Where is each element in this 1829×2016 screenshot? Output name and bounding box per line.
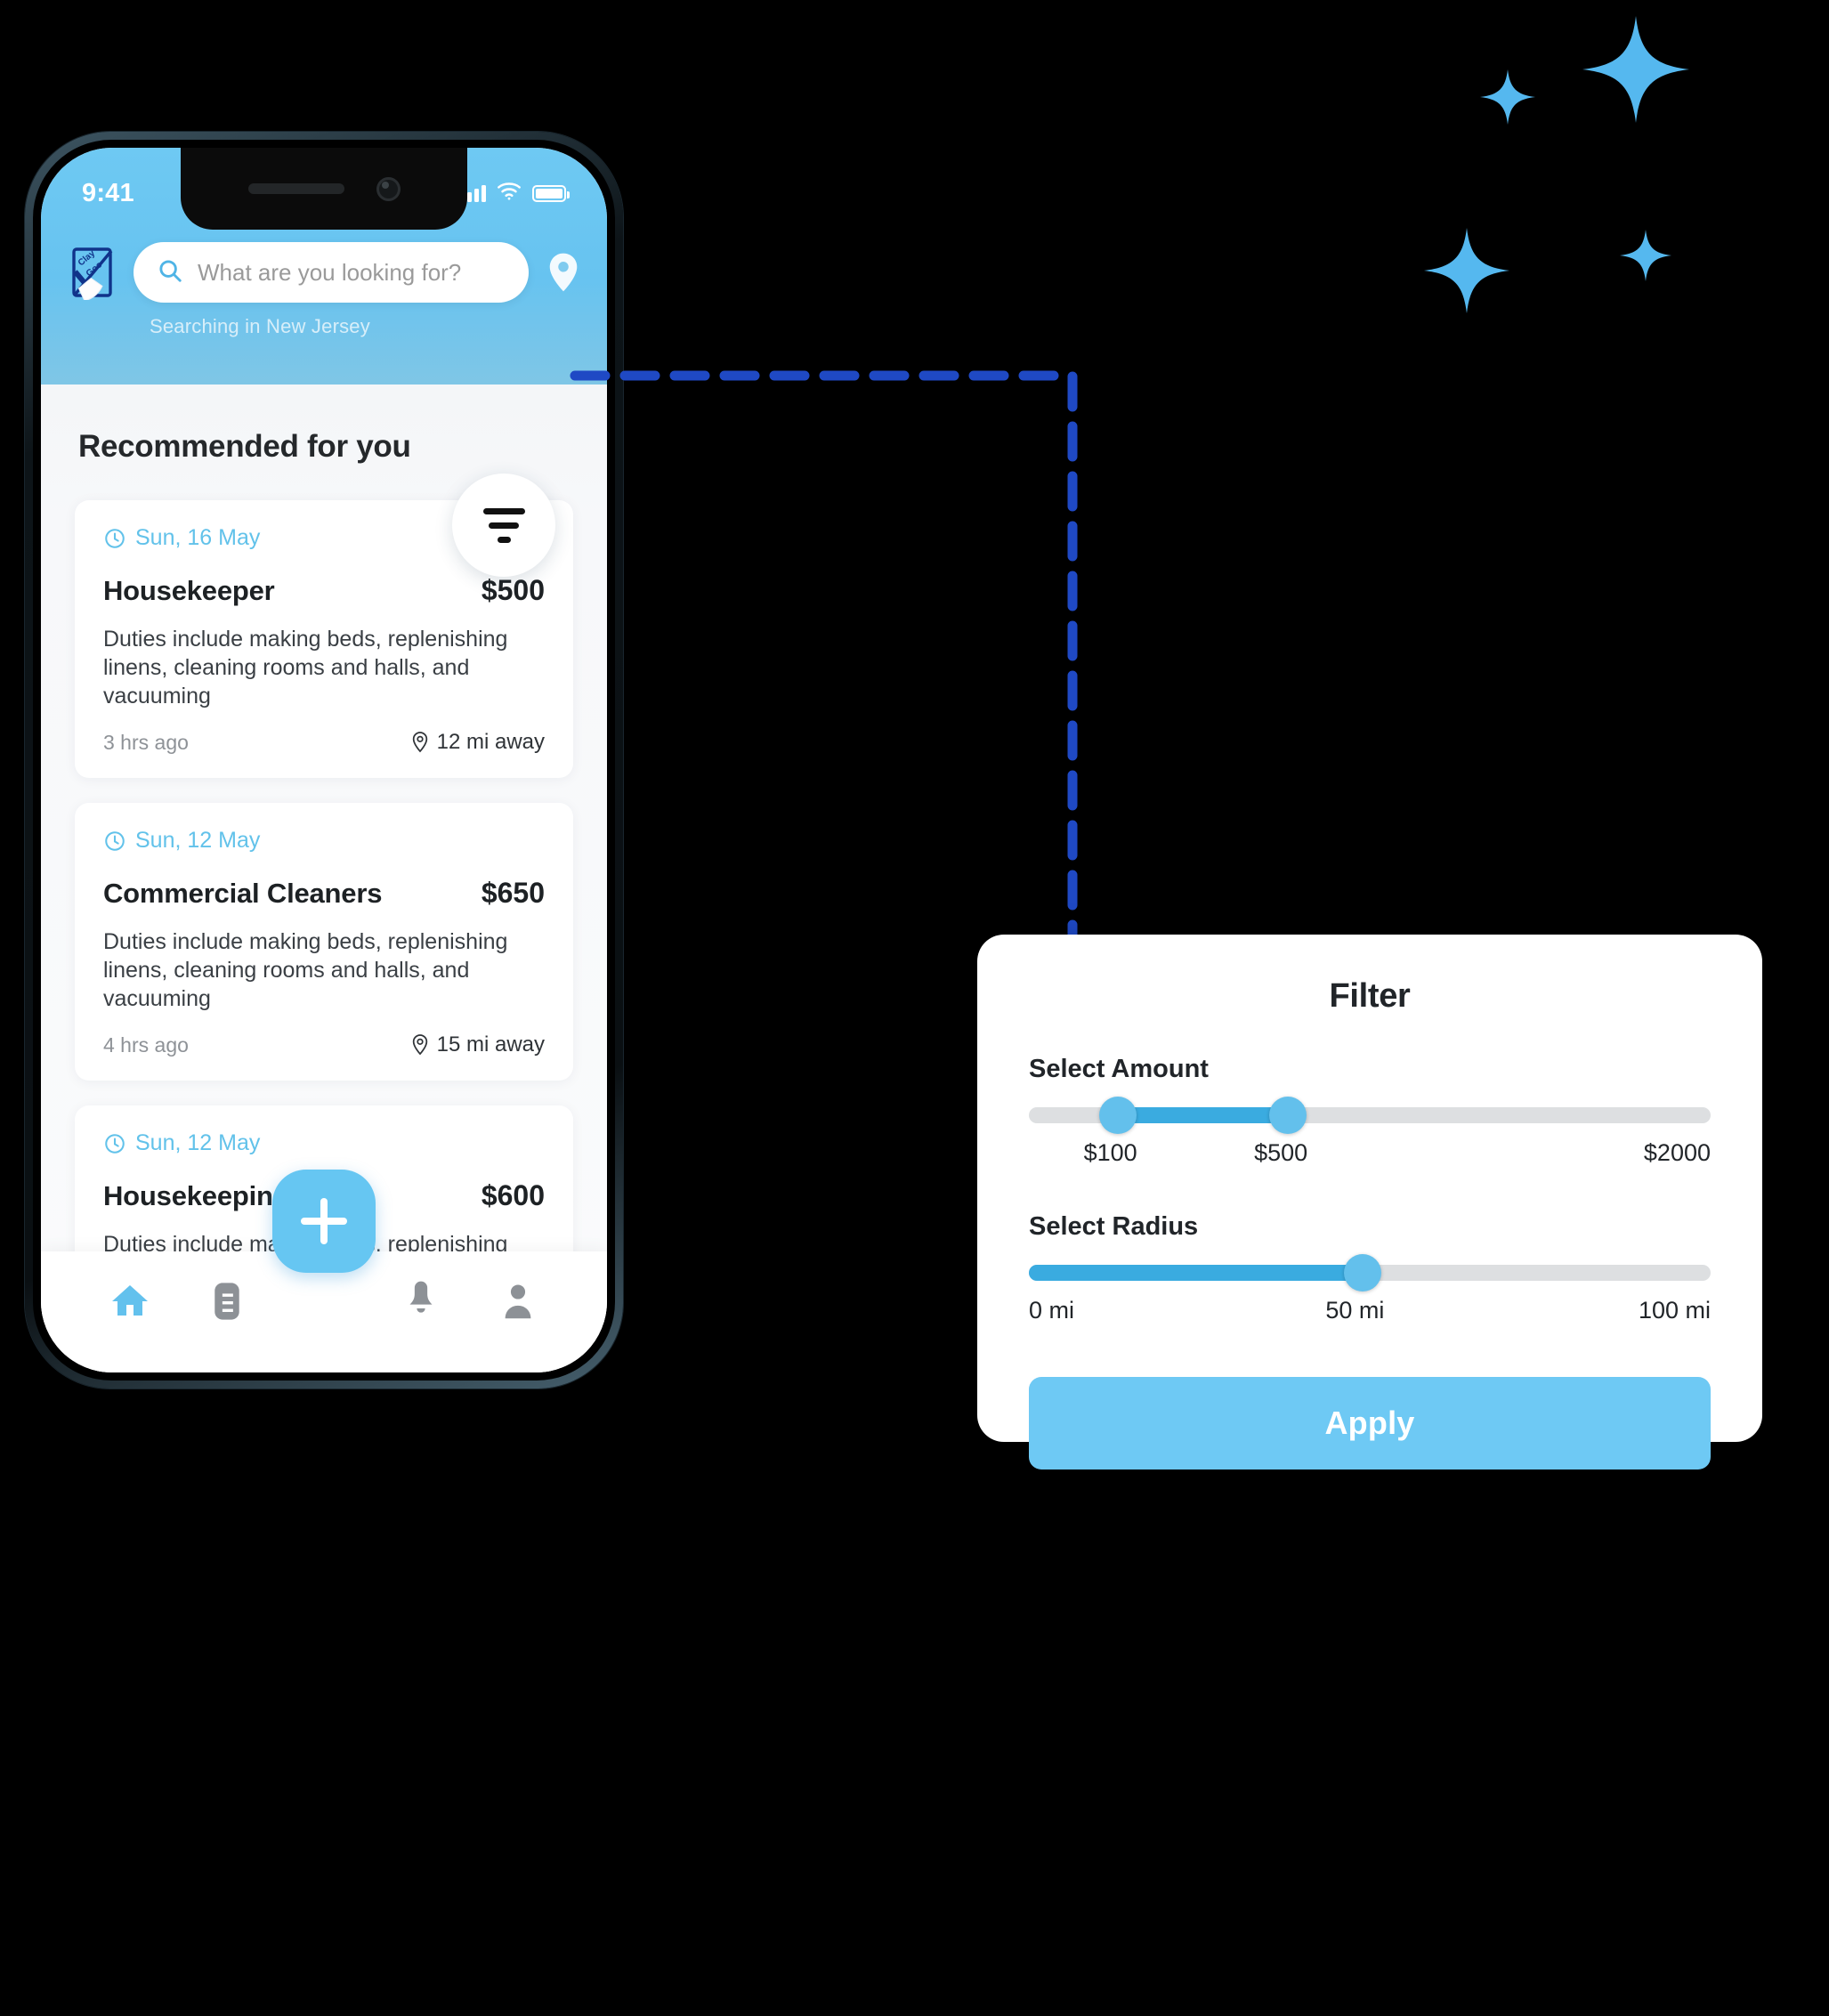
phone-notch xyxy=(181,148,467,230)
amount-max-label: $2000 xyxy=(1643,1139,1711,1166)
profile-icon xyxy=(505,1284,530,1319)
amount-selected-label: $500 xyxy=(1254,1139,1308,1166)
radius-max-label: 100 mi xyxy=(1638,1297,1711,1324)
sparkle-icon-medium xyxy=(1424,228,1509,313)
amount-min-label: $100 xyxy=(1083,1139,1137,1166)
map-pin-icon xyxy=(412,1034,427,1056)
job-posted-time: 3 hrs ago xyxy=(103,730,189,754)
sidebar-item-notifications[interactable] xyxy=(391,1271,451,1332)
job-date: Sun, 12 May xyxy=(103,1130,545,1156)
job-price: $650 xyxy=(481,877,545,909)
amount-label: Select Amount xyxy=(1029,1055,1209,1083)
search-placeholder-text: What are you looking for? xyxy=(198,258,462,286)
sidebar-item-profile[interactable] xyxy=(488,1271,548,1332)
radius-min-label: 0 mi xyxy=(1029,1297,1075,1324)
job-distance: 12 mi away xyxy=(410,730,545,755)
home-icon xyxy=(112,1285,149,1316)
sparkle-icon-tiny xyxy=(1620,230,1671,281)
job-date-text: Sun, 16 May xyxy=(135,525,261,550)
front-camera xyxy=(376,176,401,201)
wifi-icon xyxy=(497,182,522,205)
job-description: Duties include making beds, replenishing… xyxy=(103,627,508,708)
amount-range-fill xyxy=(1117,1107,1289,1123)
sparkle-icon-small xyxy=(1480,69,1535,125)
job-distance-text: 15 mi away xyxy=(436,1032,545,1057)
filter-icon xyxy=(482,507,525,543)
filter-panel: Filter Select Amount $100 $500 $2000 Sel… xyxy=(977,935,1762,1469)
plus-icon xyxy=(301,1198,347,1244)
radius-label: Select Radius xyxy=(1029,1212,1199,1241)
job-price: $500 xyxy=(481,574,545,606)
job-date-text: Sun, 12 May xyxy=(135,1130,261,1155)
map-pin-icon xyxy=(412,732,427,753)
earpiece-speaker xyxy=(247,183,344,194)
job-posted-time: 4 hrs ago xyxy=(103,1032,189,1057)
amount-tick-labels: $100 $500 $2000 xyxy=(1029,1139,1711,1173)
job-title-row: Housekeeper $500 xyxy=(103,574,545,607)
job-description: Duties include making beds, replenishing… xyxy=(103,929,508,1011)
job-meta-row: 3 hrs ago 12 mi away xyxy=(103,730,545,755)
filter-panel-title: Filter xyxy=(1329,977,1411,1015)
radius-filter-group: Select Radius 0 mi 50 mi 100 mi xyxy=(1029,1212,1711,1331)
sparkle-icon-large xyxy=(1582,16,1689,123)
job-price: $600 xyxy=(481,1179,545,1211)
job-title: Housekeeper xyxy=(103,575,275,606)
dashed-connector xyxy=(570,370,1078,949)
searching-location-text: Searching in New Jersey xyxy=(150,315,370,337)
battery-icon xyxy=(532,184,570,202)
location-pin-icon[interactable] xyxy=(543,252,584,293)
page-title: Recommended for you xyxy=(78,429,411,464)
search-icon xyxy=(157,257,183,288)
table-row[interactable]: Sun, 12 May Commercial Cleaners $650 Dut… xyxy=(75,803,573,1081)
job-title-row: Commercial Cleaners $650 xyxy=(103,877,545,910)
amount-filter-group: Select Amount $100 $500 $2000 xyxy=(1029,1055,1711,1173)
phone-bezel: Clay Goo What are you looking for? Searc… xyxy=(33,140,615,1380)
job-title: Commercial Cleaners xyxy=(103,878,383,909)
status-indicators xyxy=(460,182,570,205)
amount-range-slider[interactable] xyxy=(1029,1097,1711,1134)
document-icon xyxy=(214,1283,239,1320)
phone-mockup: Clay Goo What are you looking for? Searc… xyxy=(25,132,623,1389)
filter-button[interactable] xyxy=(452,474,555,577)
search-row: Clay Goo What are you looking for? xyxy=(64,242,584,303)
amount-min-handle[interactable] xyxy=(1098,1097,1137,1134)
sidebar-item-home[interactable] xyxy=(100,1271,160,1332)
status-time: 9:41 xyxy=(82,178,134,207)
radius-handle[interactable] xyxy=(1344,1254,1382,1291)
add-post-button[interactable] xyxy=(272,1170,376,1273)
job-distance: 15 mi away xyxy=(410,1032,545,1057)
job-date-text: Sun, 12 May xyxy=(135,828,261,853)
screenshot-canvas: Clay Goo What are you looking for? Searc… xyxy=(0,0,1829,2016)
radius-fill xyxy=(1029,1265,1364,1281)
amount-max-handle[interactable] xyxy=(1269,1097,1307,1134)
app-logo: Clay Goo xyxy=(64,245,119,302)
radius-tick-labels: 0 mi 50 mi 100 mi xyxy=(1029,1297,1711,1331)
sidebar-item-documents[interactable] xyxy=(197,1271,257,1332)
bell-icon xyxy=(409,1281,433,1313)
apply-button[interactable]: Apply xyxy=(1029,1377,1711,1469)
radius-slider[interactable] xyxy=(1029,1254,1711,1291)
phone-screen: Clay Goo What are you looking for? Searc… xyxy=(41,148,607,1372)
job-meta-row: 4 hrs ago 15 mi away xyxy=(103,1032,545,1057)
job-date: Sun, 12 May xyxy=(103,828,545,854)
radius-selected-label: 50 mi xyxy=(1325,1297,1385,1324)
job-distance-text: 12 mi away xyxy=(436,730,545,754)
search-input[interactable]: What are you looking for? xyxy=(134,242,529,303)
